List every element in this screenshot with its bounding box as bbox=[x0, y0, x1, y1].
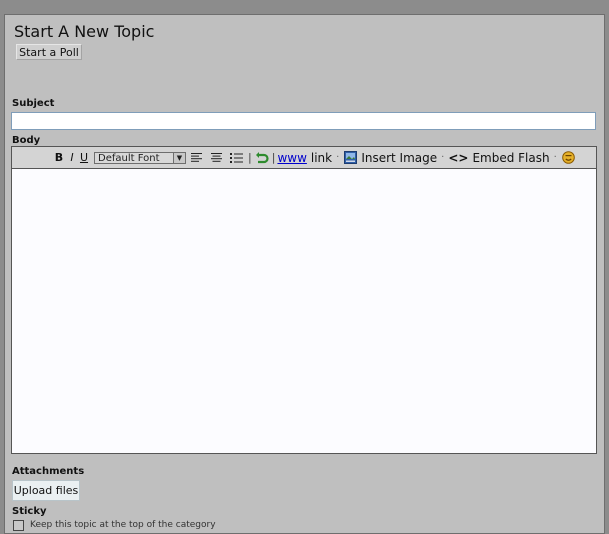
body-editor-area[interactable] bbox=[12, 168, 596, 453]
font-select[interactable]: Default Font ▼ bbox=[94, 151, 186, 164]
subject-label: Subject bbox=[12, 98, 55, 109]
toolbar-separator: | bbox=[248, 151, 252, 164]
toolbar-dot: · bbox=[441, 152, 445, 163]
align-center-icon[interactable] bbox=[206, 151, 226, 165]
align-left-icon[interactable] bbox=[186, 151, 206, 165]
www-link[interactable]: www bbox=[277, 151, 306, 165]
attachments-label: Attachments bbox=[12, 466, 85, 477]
font-select-value: Default Font bbox=[98, 152, 160, 164]
start-poll-button[interactable]: Start a Poll bbox=[16, 44, 82, 60]
sticky-label: Sticky bbox=[12, 506, 47, 517]
undo-icon[interactable] bbox=[254, 151, 270, 164]
emoticon-icon[interactable] bbox=[561, 151, 576, 164]
sticky-checkbox[interactable] bbox=[13, 520, 24, 531]
toolbar-separator: | bbox=[271, 151, 276, 164]
upload-files-button[interactable]: Upload files bbox=[12, 480, 80, 501]
bullet-list-icon[interactable] bbox=[226, 151, 246, 165]
toolbar-dot: · bbox=[553, 152, 557, 163]
chevron-down-icon: ▼ bbox=[173, 152, 185, 163]
image-icon[interactable] bbox=[343, 151, 358, 164]
new-topic-panel: Start A New Topic Start a Poll Subject B… bbox=[4, 14, 605, 534]
italic-button[interactable]: I bbox=[66, 151, 78, 164]
body-label: Body bbox=[12, 135, 41, 146]
page-title: Start A New Topic bbox=[14, 22, 155, 41]
rich-text-editor: B I U Default Font ▼ | | www link · Inse… bbox=[11, 146, 597, 454]
underline-button[interactable]: U bbox=[78, 151, 90, 164]
embed-flash-icon[interactable]: <> bbox=[448, 151, 468, 165]
subject-input[interactable] bbox=[11, 112, 596, 130]
link-button[interactable]: link bbox=[311, 151, 332, 165]
toolbar-dot: · bbox=[336, 152, 340, 163]
sticky-description: Keep this topic at the top of the catego… bbox=[30, 520, 216, 530]
editor-toolbar: B I U Default Font ▼ | | www link · Inse… bbox=[12, 147, 596, 168]
bold-button[interactable]: B bbox=[52, 151, 66, 164]
embed-flash-button[interactable]: Embed Flash bbox=[472, 151, 549, 165]
insert-image-button[interactable]: Insert Image bbox=[361, 151, 437, 165]
